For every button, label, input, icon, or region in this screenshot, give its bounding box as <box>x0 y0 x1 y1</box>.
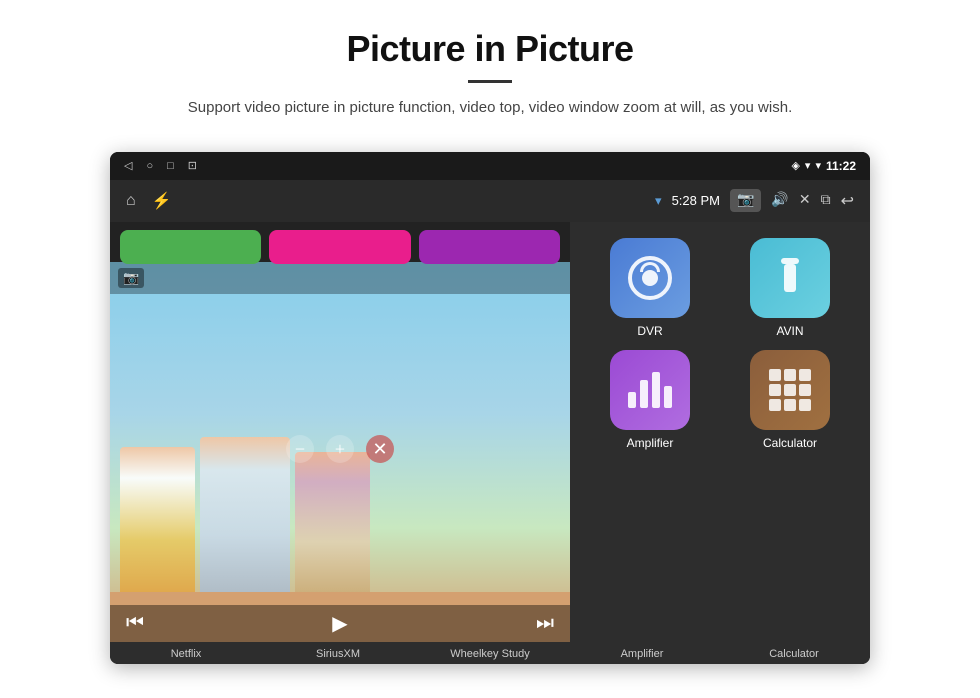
avin-shape-icon <box>784 264 796 292</box>
bottom-label-amplifier: Amplifier <box>566 648 718 660</box>
home-circle-icon[interactable]: ○ <box>146 160 153 172</box>
pip-close-button[interactable]: ✕ <box>366 435 394 463</box>
toolbar-time: 5:28 PM <box>672 193 720 208</box>
avin-icon <box>750 238 830 318</box>
app-dvr[interactable]: DVR <box>586 238 714 338</box>
app-avin[interactable]: AVIN <box>726 238 854 338</box>
video-overlay: 📷 − + ✕ ⏮ ▶ ⏭ <box>110 262 570 642</box>
calc-btn-9 <box>799 399 811 411</box>
status-bar-right: ◈ ▾ ▾ 11:22 <box>791 159 856 173</box>
calculator-grid-icon <box>769 369 811 411</box>
back-icon[interactable]: ◁ <box>124 159 132 172</box>
bottom-label-wheelkey: Wheelkey Study <box>414 648 566 660</box>
status-bar-nav: ◁ ○ □ ⊡ <box>124 159 197 172</box>
pip-grow-button[interactable]: + <box>326 435 354 463</box>
amp-bar-3 <box>652 372 660 408</box>
page-title: Picture in Picture <box>40 28 940 70</box>
app-calculator[interactable]: Calculator <box>726 350 854 450</box>
pip-resize-controls: − + ✕ <box>110 429 570 469</box>
wheelkey-pill[interactable] <box>419 230 560 264</box>
app-amplifier[interactable]: Amplifier <box>586 350 714 450</box>
calc-btn-2 <box>784 369 796 381</box>
amplifier-icon <box>610 350 690 430</box>
main-content: 📷 − + ✕ ⏮ ▶ ⏭ <box>110 222 870 642</box>
calc-btn-7 <box>769 399 781 411</box>
netflix-pill[interactable] <box>120 230 261 264</box>
amplifier-label: Amplifier <box>627 436 674 450</box>
recents-icon[interactable]: □ <box>167 160 174 172</box>
volume-icon[interactable]: 🔊 <box>771 192 788 209</box>
amplifier-bars-icon <box>628 372 672 408</box>
gps-icon: ◈ <box>791 159 799 172</box>
status-bar: ◁ ○ □ ⊡ ◈ ▾ ▾ 11:22 <box>110 152 870 180</box>
dvr-icon <box>610 238 690 318</box>
camera-button[interactable]: 📷 <box>730 189 761 212</box>
siriusxm-pill[interactable] <box>269 230 410 264</box>
toolbar-right: ▾ 5:28 PM 📷 🔊 ✕ ⧉ ↩ <box>655 189 854 212</box>
forward-button[interactable]: ⏭ <box>536 612 554 635</box>
dvr-circle-icon <box>628 256 672 300</box>
calculator-label: Calculator <box>763 436 817 450</box>
bottom-label-netflix: Netflix <box>110 648 262 660</box>
close-icon[interactable]: ✕ <box>799 192 811 209</box>
amp-bar-1 <box>628 392 636 408</box>
calc-btn-5 <box>784 384 796 396</box>
screenshot-icon[interactable]: ⊡ <box>188 159 197 172</box>
signal-icon: ▾ <box>815 159 821 172</box>
calculator-icon <box>750 350 830 430</box>
amp-bar-4 <box>664 386 672 408</box>
dvr-wifi-icon <box>640 262 660 272</box>
play-button[interactable]: ▶ <box>332 611 347 636</box>
page-header: Picture in Picture Support video picture… <box>0 0 980 136</box>
usb-icon[interactable]: ⚡ <box>152 191 172 211</box>
video-controls: ⏮ ▶ ⏭ <box>110 605 570 642</box>
bottom-label-calculator: Calculator <box>718 648 870 660</box>
back-toolbar-icon[interactable]: ↩ <box>841 191 854 211</box>
calc-btn-6 <box>799 384 811 396</box>
page-subtitle: Support video picture in picture functio… <box>140 97 840 120</box>
calc-btn-3 <box>799 369 811 381</box>
app-pills-row <box>110 222 570 272</box>
avin-label: AVIN <box>776 324 803 338</box>
wifi-status-icon: ▾ <box>655 193 662 209</box>
avin-plug-icon <box>784 264 796 292</box>
home-icon[interactable]: ⌂ <box>126 192 136 210</box>
app-grid: DVR AVIN <box>578 230 862 458</box>
pip-shrink-button[interactable]: − <box>286 435 314 463</box>
title-divider <box>468 80 512 83</box>
calc-btn-1 <box>769 369 781 381</box>
bottom-label-siriusxm: SiriusXM <box>262 648 414 660</box>
dvr-label: DVR <box>637 324 662 338</box>
app-toolbar: ⌂ ⚡ ▾ 5:28 PM 📷 🔊 ✕ ⧉ ↩ <box>110 180 870 222</box>
clock: 11:22 <box>826 159 856 173</box>
wifi-icon: ▾ <box>805 159 811 172</box>
amp-bar-2 <box>640 380 648 408</box>
pip-icon[interactable]: ⧉ <box>821 193 831 209</box>
rewind-button[interactable]: ⏮ <box>126 612 144 635</box>
app-grid-area: DVR AVIN <box>570 222 870 642</box>
calc-btn-4 <box>769 384 781 396</box>
bottom-labels: Netflix SiriusXM Wheelkey Study Amplifie… <box>110 642 870 664</box>
toolbar-left: ⌂ ⚡ <box>126 191 172 211</box>
calc-btn-8 <box>784 399 796 411</box>
video-player[interactable]: 📷 − + ✕ ⏮ ▶ ⏭ <box>110 262 570 642</box>
pip-area: 📷 − + ✕ ⏮ ▶ ⏭ <box>110 222 570 642</box>
device-frame: ◁ ○ □ ⊡ ◈ ▾ ▾ 11:22 ⌂ ⚡ ▾ 5:28 PM 📷 🔊 ✕ … <box>110 152 870 664</box>
